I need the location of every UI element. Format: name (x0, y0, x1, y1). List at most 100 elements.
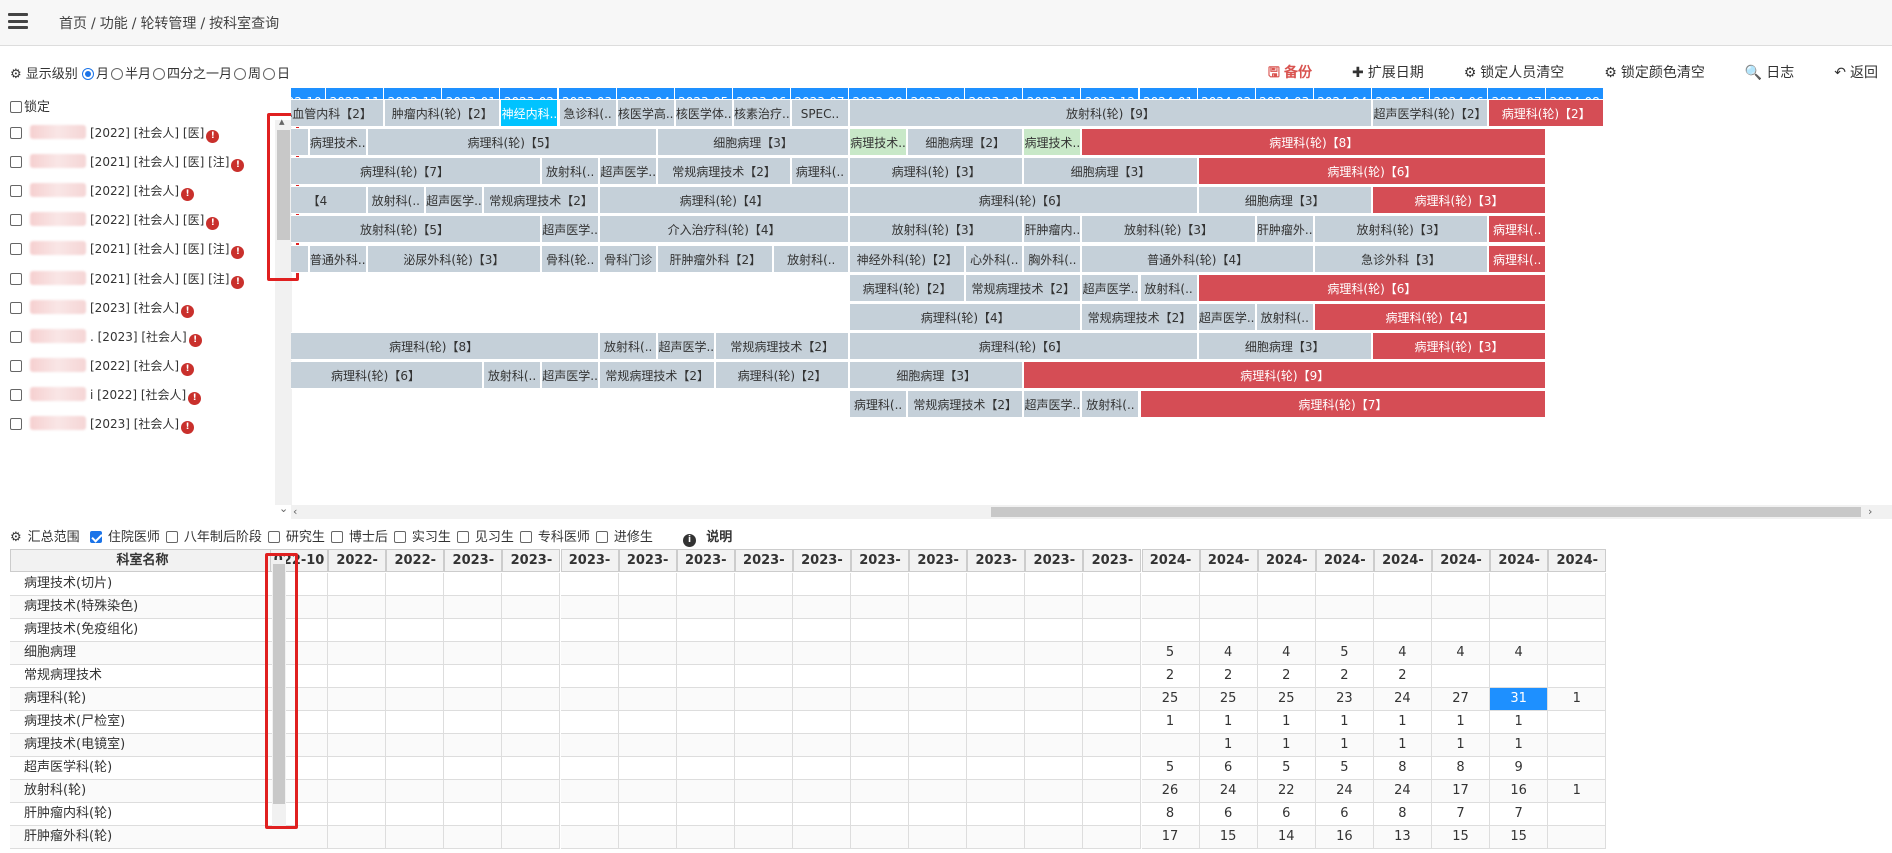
rotation-block[interactable]: 病理科(轮)【6】 (1197, 273, 1547, 302)
grid-cell[interactable]: 4 (1373, 642, 1432, 665)
person-row[interactable]: [2022] [社会人]! (10, 182, 195, 202)
scope-checkbox-1[interactable] (165, 531, 178, 543)
scope-label-0[interactable]: 住院医师 (108, 530, 160, 545)
grid-cell[interactable]: 1 (1548, 780, 1607, 803)
person-checkbox[interactable] (10, 156, 22, 169)
grid-cell[interactable] (851, 688, 910, 711)
grid-cell[interactable] (676, 734, 735, 757)
rotation-block[interactable]: 细胞病理【3】 (1023, 157, 1198, 186)
rotation-block[interactable]: 超声医学.. (1023, 390, 1082, 418)
rotation-block[interactable]: 病理科(轮)【3】 (1371, 186, 1547, 215)
grid-cell[interactable] (560, 619, 619, 642)
grid-cell[interactable]: 15 (1490, 826, 1549, 849)
rotation-block[interactable]: 神经内科.. (500, 99, 559, 127)
grid-cell[interactable]: 25 (1257, 688, 1316, 711)
grid-cell[interactable] (1025, 596, 1084, 619)
grid-cell[interactable] (734, 803, 793, 826)
grid-cell[interactable] (967, 734, 1026, 757)
grid-cell[interactable] (502, 642, 561, 665)
grid-cell[interactable] (967, 665, 1026, 688)
rotation-block[interactable]: 肝肿瘤外.. (1255, 215, 1314, 244)
grid-cell[interactable] (618, 803, 677, 826)
grid-cell[interactable] (1083, 665, 1142, 688)
rotation-block[interactable]: 超声医学.. (541, 360, 600, 389)
grid-cell[interactable] (792, 734, 851, 757)
grid-cell[interactable]: 1 (1373, 711, 1432, 734)
rotation-block[interactable]: 常规病理技术【2】 (657, 157, 791, 186)
rotation-block[interactable]: 放射科(轮)【3】 (1313, 215, 1489, 244)
rotation-block[interactable]: 病理科(.. (790, 157, 849, 186)
grid-cell[interactable] (909, 780, 968, 803)
level-radio-4[interactable] (263, 68, 276, 80)
grid-cell[interactable]: 4 (1199, 642, 1258, 665)
rotation-block[interactable]: 病理科(轮)【8】 (291, 331, 600, 360)
rotation-block[interactable]: 细胞病理【3】 (849, 360, 1024, 389)
person-row[interactable]: [2022] [社会人] [医]! (10, 124, 220, 144)
rotation-block[interactable]: 常规病理技术【2】 (1081, 302, 1198, 331)
level-radio-3[interactable] (234, 68, 246, 80)
grid-cell[interactable]: 24 (1373, 688, 1432, 711)
grid-cell[interactable] (502, 734, 561, 757)
grid-cell[interactable]: 16 (1315, 826, 1374, 849)
grid-cell[interactable] (1025, 665, 1084, 688)
grid-cell[interactable] (328, 826, 387, 849)
grid-cell[interactable]: 17 (1141, 826, 1200, 849)
rotation-block[interactable]: 细胞病理【3】 (1197, 331, 1372, 360)
grid-cell[interactable] (560, 711, 619, 734)
rotation-block[interactable]: 病理科(.. (849, 390, 908, 418)
grid-cell[interactable] (734, 688, 793, 711)
grid-cell[interactable] (618, 596, 677, 619)
grid-cell[interactable] (618, 688, 677, 711)
grid-cell[interactable]: 24 (1315, 780, 1374, 803)
scope-label-6[interactable]: 专科医师 (538, 530, 590, 545)
grid-cell[interactable] (1025, 711, 1084, 734)
grid-cell[interactable] (560, 688, 619, 711)
person-row[interactable]: [2023] [社会人]! (10, 299, 195, 319)
grid-cell[interactable]: 1 (1548, 688, 1607, 711)
person-row[interactable]: [2021] [社会人] [医] [注]! (10, 270, 245, 290)
grid-cell[interactable] (1373, 619, 1432, 642)
grid-cell[interactable] (792, 688, 851, 711)
grid-cell[interactable] (1199, 619, 1258, 642)
grid-cell[interactable] (560, 573, 619, 596)
grid-cell[interactable] (502, 780, 561, 803)
grid-cell[interactable]: 1 (1432, 711, 1491, 734)
rotation-block[interactable]: 肿瘤内科(轮)【2】 (384, 99, 501, 127)
grid-cell[interactable] (1083, 619, 1142, 642)
person-checkbox[interactable] (10, 272, 22, 285)
grid-cell[interactable]: 5 (1257, 757, 1316, 780)
rotation-block[interactable]: 超声医学.. (1081, 273, 1140, 302)
grid-cell[interactable] (328, 757, 387, 780)
grid-cell[interactable] (1141, 596, 1200, 619)
grid-cell[interactable] (1432, 619, 1491, 642)
scope-checkbox-6[interactable] (519, 531, 532, 543)
grid-cell[interactable] (328, 619, 387, 642)
grid-cell[interactable]: 6 (1315, 803, 1374, 826)
grid-cell[interactable] (328, 596, 387, 619)
rotation-block[interactable]: 放射科(.. (1255, 302, 1314, 331)
info-icon[interactable]: ! (206, 217, 220, 231)
rotation-block[interactable]: 肝肿瘤内.. (1023, 215, 1082, 244)
rotation-block[interactable]: 病理科(轮)【9】 (1023, 360, 1547, 389)
info-icon[interactable]: ! (181, 188, 195, 202)
grid-cell[interactable] (386, 596, 445, 619)
grid-cell[interactable] (676, 642, 735, 665)
grid-cell[interactable] (502, 826, 561, 849)
grid-cell[interactable] (909, 596, 968, 619)
grid-cell[interactable] (618, 619, 677, 642)
scope-label-4[interactable]: 实习生 (412, 530, 451, 545)
info-icon[interactable]: ! (188, 333, 202, 347)
rotation-block[interactable]: 细胞病理【2】 (907, 128, 1024, 157)
rotation-block[interactable]: 病理科(轮)【7】 (1139, 390, 1547, 418)
person-checkbox[interactable] (10, 418, 22, 430)
rotation-block[interactable]: 细胞病理【3】 (1197, 186, 1372, 215)
grid-cell[interactable] (1141, 619, 1200, 642)
grid-cell[interactable] (851, 665, 910, 688)
level-radio-2[interactable] (152, 68, 165, 80)
rotation-block[interactable]: 普通外科.. (308, 244, 367, 273)
grid-cell[interactable] (386, 826, 445, 849)
grid-cell[interactable]: 27 (1432, 688, 1491, 711)
rotation-block[interactable]: 【4 (291, 186, 367, 215)
level-radio-1[interactable] (110, 68, 123, 80)
grid-cell[interactable] (734, 711, 793, 734)
